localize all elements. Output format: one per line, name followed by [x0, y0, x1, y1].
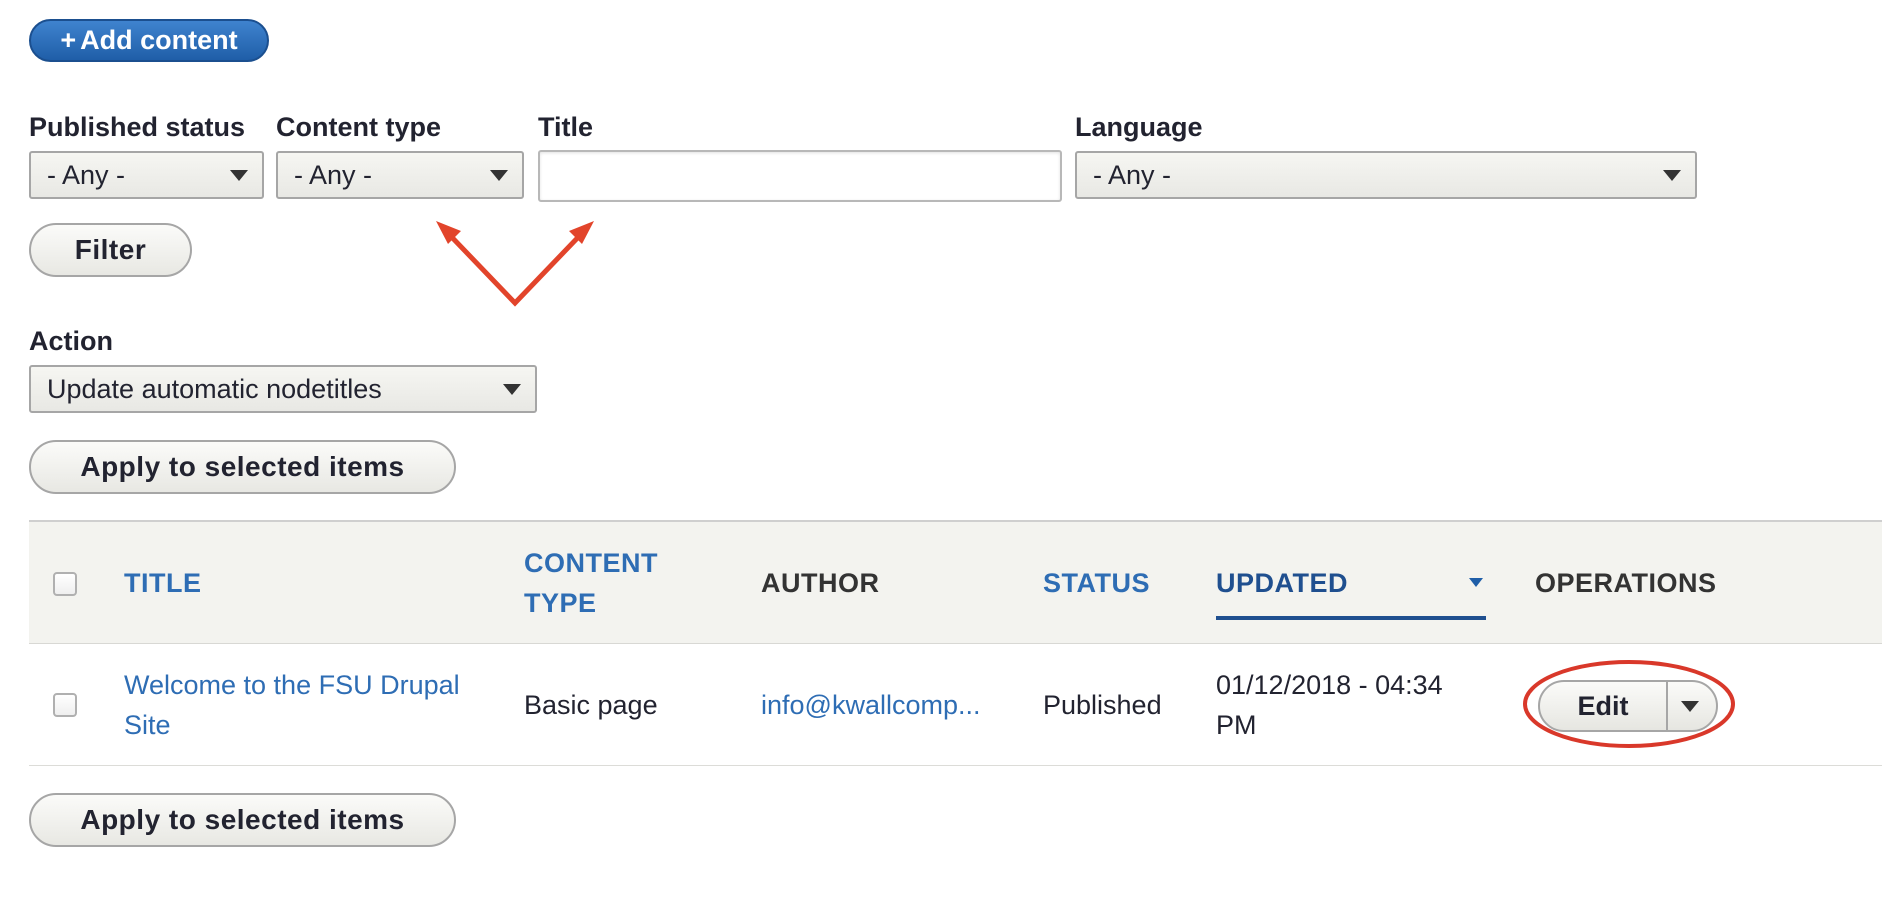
row-checkbox[interactable]: [53, 693, 77, 717]
row-divider: [29, 765, 1882, 766]
chevron-down-icon: [1663, 170, 1681, 181]
sort-descending-icon: [1469, 578, 1483, 587]
action-value: Update automatic nodetitles: [47, 373, 382, 404]
chevron-down-icon: [503, 384, 521, 395]
row-title-line2: Site: [124, 710, 171, 740]
column-header-operations: OPERATIONS: [1535, 568, 1717, 598]
language-select[interactable]: - Any -: [1075, 151, 1697, 199]
annotation-arrows-icon: [436, 221, 594, 307]
row-status: Published: [1043, 690, 1162, 720]
row-updated-line1: 01/12/2018 - 04:34: [1216, 670, 1443, 700]
apply-selected-button-bottom[interactable]: Apply to selected items: [29, 793, 456, 847]
column-header-status[interactable]: STATUS: [1043, 563, 1150, 603]
content-type-select[interactable]: - Any -: [276, 151, 524, 199]
column-header-title[interactable]: TITLE: [124, 563, 202, 603]
active-sort-indicator: [1216, 616, 1486, 620]
column-header-updated[interactable]: UPDATED: [1216, 563, 1348, 603]
published-status-label: Published status: [29, 112, 246, 142]
title-input[interactable]: [538, 150, 1062, 202]
language-value: - Any -: [1093, 159, 1172, 190]
column-header-content-type-line2: TYPE: [524, 588, 597, 618]
published-status-select[interactable]: - Any -: [29, 151, 264, 199]
column-header-content-type[interactable]: CONTENT TYPE: [524, 543, 658, 623]
row-updated-line2: PM: [1216, 710, 1257, 740]
column-header-author: AUTHOR: [761, 568, 880, 598]
row-title-link[interactable]: Welcome to the FSU Drupal Site: [124, 665, 460, 745]
title-label: Title: [538, 112, 594, 142]
add-content-label: Add content: [80, 25, 238, 55]
plus-icon: +: [60, 25, 77, 55]
action-label: Action: [29, 326, 113, 356]
content-type-value: - Any -: [294, 159, 373, 190]
chevron-down-icon: [490, 170, 508, 181]
annotation-circle-icon: [1523, 660, 1735, 748]
language-label: Language: [1075, 112, 1203, 142]
chevron-down-icon: [230, 170, 248, 181]
row-title-line1: Welcome to the FSU Drupal: [124, 670, 460, 700]
content-type-label: Content type: [276, 112, 441, 142]
row-author-link[interactable]: info@kwallcomp...: [761, 685, 980, 725]
select-all-checkbox[interactable]: [53, 572, 77, 596]
apply-selected-button-top[interactable]: Apply to selected items: [29, 440, 456, 494]
add-content-button[interactable]: + Add content: [29, 19, 269, 62]
filter-button[interactable]: Filter: [29, 223, 192, 277]
column-header-content-type-line1: CONTENT: [524, 548, 658, 578]
published-status-value: - Any -: [47, 159, 126, 190]
action-select[interactable]: Update automatic nodetitles: [29, 365, 537, 413]
row-updated: 01/12/2018 - 04:34 PM: [1216, 665, 1443, 745]
row-content-type: Basic page: [524, 690, 658, 720]
